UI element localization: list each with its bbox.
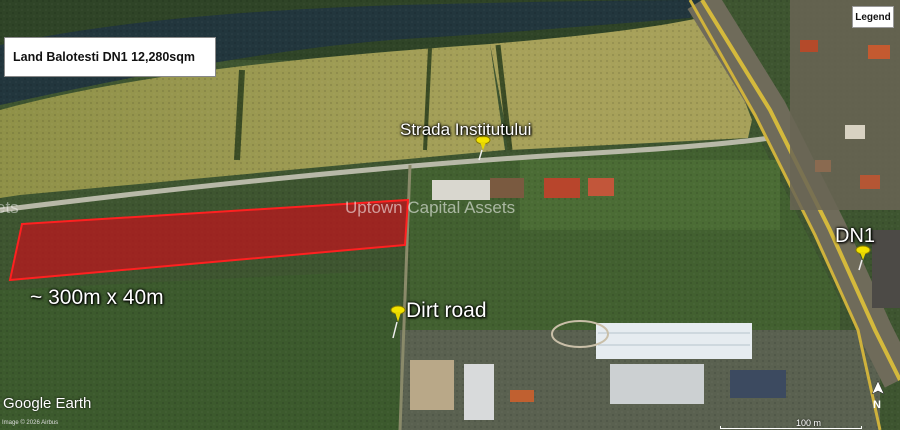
title-text: Land Balotesti DN1 12,280sqm — [13, 50, 196, 64]
watermark: Uptown Capital Assets — [345, 198, 516, 217]
building — [464, 364, 494, 420]
placemark-label-dirt-road[interactable]: Dirt road — [406, 299, 487, 323]
placemark-label-dn1[interactable]: DN1 — [835, 225, 875, 248]
watermark-fragment: ets — [0, 198, 19, 217]
warehouse — [610, 364, 704, 404]
scale-bar — [720, 426, 862, 429]
placemark-label-strada[interactable]: Strada Institutului — [400, 120, 531, 140]
solar-roof — [730, 370, 786, 398]
google-earth-logo: Google Earth — [3, 395, 92, 412]
legend-button[interactable]: Legend — [852, 6, 894, 28]
building — [432, 180, 490, 200]
imagery-credit: Image © 2026 Airbus — [2, 420, 59, 426]
compass-label: N — [873, 399, 881, 411]
building — [544, 178, 580, 198]
scale-label: 100 m — [796, 418, 822, 428]
building — [490, 178, 524, 198]
warehouse — [596, 323, 752, 359]
dimension-label: ~ 300m x 40m — [30, 286, 164, 309]
title-box: Land Balotesti DN1 12,280sqm — [4, 37, 216, 77]
sand-lot — [410, 360, 454, 410]
building — [588, 178, 614, 196]
map-view[interactable]: Land Balotesti DN1 12,280sqm Legend Stra… — [0, 0, 900, 430]
